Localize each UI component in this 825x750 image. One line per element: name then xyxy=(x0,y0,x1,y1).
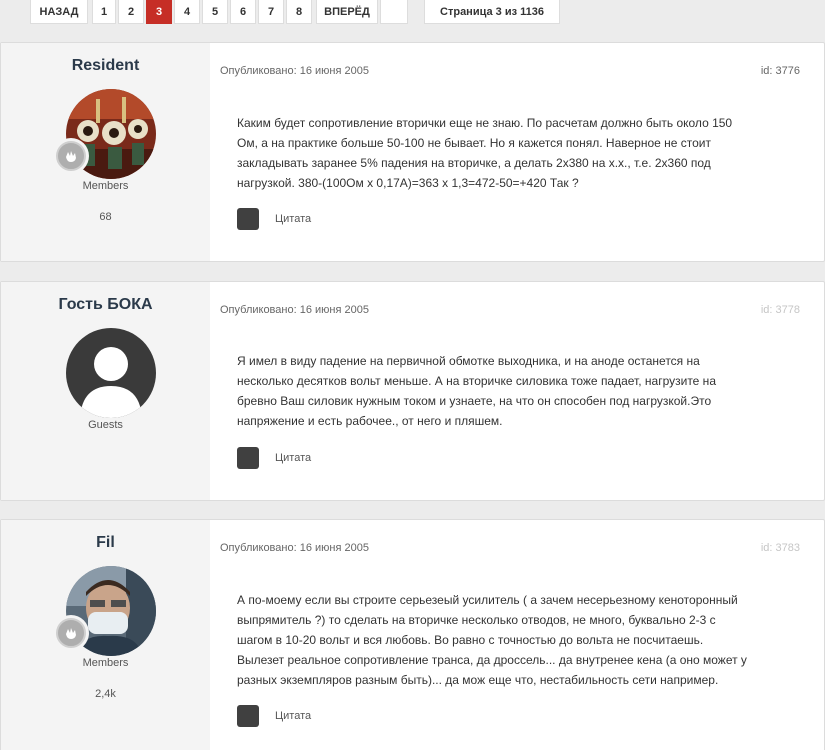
member-group: Members xyxy=(82,180,129,192)
post-3776: Resident Members 68 Опубликовано: 16 июн… xyxy=(0,42,825,262)
hand-badge-icon xyxy=(53,138,89,174)
member-group: Members xyxy=(82,657,129,669)
post-line: Вылезет реальное сопротивление транса, д… xyxy=(237,653,747,667)
next-button[interactable]: ВПЕРЁД xyxy=(316,0,378,24)
default-user-icon xyxy=(66,328,156,418)
post-id[interactable]: id: 3783 xyxy=(761,542,800,554)
quote-button[interactable]: Цитата xyxy=(237,705,311,727)
page-link-6[interactable]: 6 xyxy=(230,0,256,24)
author-panel: Fil Members 2,4k xyxy=(1,520,210,750)
page-link-3-current[interactable]: 3 xyxy=(146,0,172,24)
post-content: А по-моему если вы строите серьезеый уси… xyxy=(237,590,797,690)
post-count: 68 xyxy=(99,211,112,223)
post-content: Я имел в виду падение на первичной обмот… xyxy=(237,351,797,431)
post-count: 2,4k xyxy=(95,688,116,700)
page-link-1[interactable]: 1 xyxy=(92,0,116,24)
hand-badge-icon xyxy=(53,615,89,651)
post-date[interactable]: Опубликовано: 16 июня 2005 xyxy=(220,65,369,77)
post-date[interactable]: Опубликовано: 16 июня 2005 xyxy=(220,542,369,554)
page-link-5[interactable]: 5 xyxy=(202,0,228,24)
quote-button[interactable]: Цитата xyxy=(237,447,311,469)
page-link-8[interactable]: 8 xyxy=(286,0,312,24)
author-panel: Resident Members 68 xyxy=(1,43,210,261)
post-3783: Fil Members 2,4k Опубликовано: 16 июня 2… xyxy=(0,519,825,750)
avatar xyxy=(66,328,156,418)
post-line: разных экземпляров разным быть)... да мо… xyxy=(237,673,719,687)
post-3778: Гость БОКА Guests Опубликовано: 16 июня … xyxy=(0,281,825,501)
prev-button[interactable]: НАЗАД xyxy=(30,0,88,24)
post-line: выпрямитель ?) то сделать на вторичке не… xyxy=(237,613,716,627)
post-line: несколько десятков вольт меньше. А на вт… xyxy=(237,374,716,388)
quote-label: Цитата xyxy=(275,710,312,722)
post-line: закладывать заранее 5% падения на вторич… xyxy=(237,156,711,170)
post-line: Я имел в виду падение на первичной обмот… xyxy=(237,354,700,368)
post-content: Каким будет сопротивление вторички еще н… xyxy=(237,113,797,193)
post-id[interactable]: id: 3776 xyxy=(761,65,800,77)
page-link-2[interactable]: 2 xyxy=(118,0,144,24)
member-group: Guests xyxy=(88,419,123,431)
pagination: НАЗАД 1 2 3 4 5 6 7 8 ВПЕРЁД Страница 3 … xyxy=(0,0,825,26)
post-line: шагом в 10-20 вольт и вся любовь. Во рав… xyxy=(237,633,704,647)
page-link-4[interactable]: 4 xyxy=(174,0,200,24)
author-panel: Гость БОКА Guests xyxy=(1,282,210,500)
quote-icon xyxy=(237,705,259,727)
post-line: Каким будет сопротивление вторички еще н… xyxy=(237,116,733,130)
quote-button[interactable]: Цитата xyxy=(237,208,311,230)
page-jump-button[interactable] xyxy=(380,0,408,24)
post-line: Ом, а на практике больше 50-100 не бывае… xyxy=(237,136,712,150)
post-line: напряжение и есть рабочее., от него и пл… xyxy=(237,414,503,428)
quote-icon xyxy=(237,447,259,469)
author-name: Гость БОКА xyxy=(58,296,153,313)
quote-label: Цитата xyxy=(275,213,312,225)
post-line: нагрузкой. 380-(100Ом х 0,17А)=363 х 1,3… xyxy=(237,176,579,190)
post-line: бревно Ваш силовик нужным током и узнает… xyxy=(237,394,712,408)
page-info[interactable]: Страница 3 из 1136 xyxy=(424,0,560,24)
post-id[interactable]: id: 3778 xyxy=(761,304,800,316)
quote-icon xyxy=(237,208,259,230)
quote-label: Цитата xyxy=(275,452,312,464)
author-name[interactable]: Fil xyxy=(1,534,210,552)
page-link-7[interactable]: 7 xyxy=(258,0,284,24)
post-line: А по-моему если вы строите серьезеый уси… xyxy=(237,593,738,607)
post-date[interactable]: Опубликовано: 16 июня 2005 xyxy=(220,304,369,316)
author-name[interactable]: Resident xyxy=(1,57,210,75)
